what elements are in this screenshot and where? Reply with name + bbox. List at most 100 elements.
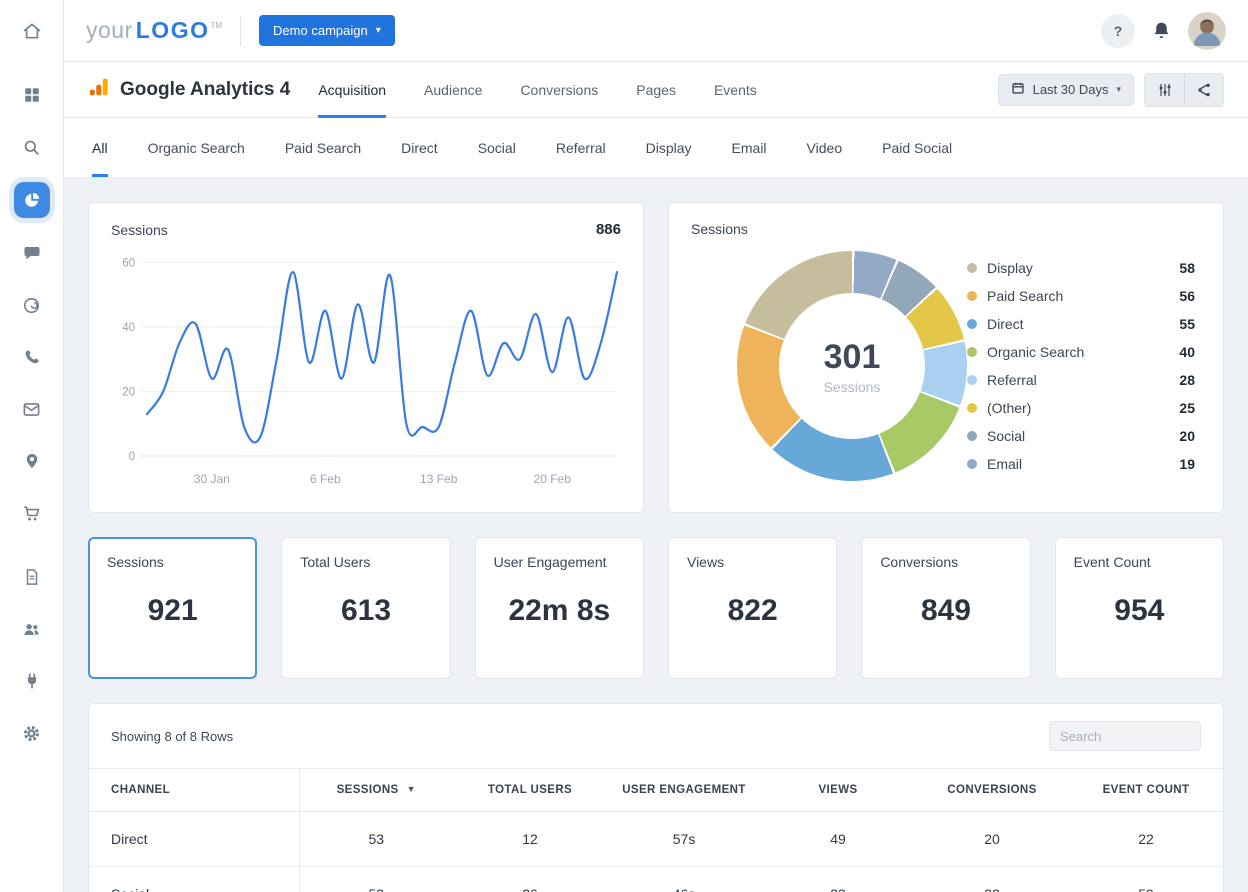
table-row-direct[interactable]: Direct 53 12 57s 49 20 22 — [89, 811, 1223, 867]
column-header-event-count[interactable]: EVENT COUNT — [1069, 768, 1223, 812]
legend-item-email[interactable]: Email 19 — [967, 454, 1195, 474]
report-tabs: Acquisition Audience Conversions Pages Event… — [318, 62, 757, 118]
channel-tab-email[interactable]: Email — [732, 118, 767, 177]
kpi-card-sessions[interactable]: Sessions 921 — [88, 537, 258, 679]
donut-legend: Display 58 Paid Search 56 Direct 55 Organic Se… — [967, 258, 1195, 474]
topbar-actions: ? — [1101, 11, 1226, 50]
pie-chart-icon[interactable] — [13, 182, 50, 218]
channel-tab-paid-social[interactable]: Paid Social — [882, 118, 952, 177]
svg-text:20 Feb: 20 Feb — [534, 472, 572, 486]
legend-value: 28 — [1179, 372, 1195, 388]
channel-tab-all[interactable]: All — [92, 118, 108, 177]
brand-logo: your LOGO TM — [86, 17, 222, 44]
column-header-conversions[interactable]: CONVERSIONS — [915, 768, 1069, 812]
cell-value: 12 — [453, 811, 607, 867]
tab-conversions[interactable]: Conversions — [520, 62, 598, 118]
legend-label: Organic Search — [987, 344, 1085, 360]
column-header-views[interactable]: VIEWS — [761, 768, 915, 812]
document-icon[interactable] — [14, 560, 50, 594]
donut-center-label: Sessions — [823, 378, 881, 395]
legend-item-paid-search[interactable]: Paid Search 56 — [967, 286, 1195, 306]
kpi-card-views[interactable]: Views 822 — [667, 537, 838, 679]
channels-table: CHANNEL SESSIONS ▼ TOTAL USERS USER ENGAGEME… — [89, 768, 1223, 892]
channel-tab-social[interactable]: Social — [478, 118, 516, 177]
channel-tab-display[interactable]: Display — [646, 118, 692, 177]
kpi-value: 954 — [1114, 594, 1165, 627]
phone-icon[interactable] — [14, 340, 50, 374]
sessions-donut-chart: 301 Sessions — [737, 251, 967, 481]
campaign-selector-button[interactable]: Demo campaign ▾ — [259, 15, 395, 46]
legend-item-organic-search[interactable]: Organic Search 40 — [967, 342, 1195, 362]
sidebar — [0, 0, 64, 892]
kpi-card-user-engagement[interactable]: User Engagement 22m 8s — [474, 537, 644, 679]
cell-value: 53 — [299, 866, 453, 892]
map-pin-icon[interactable] — [14, 444, 50, 478]
dashboard-grid-icon[interactable] — [14, 78, 50, 112]
tab-audience[interactable]: Audience — [424, 62, 482, 118]
tab-events[interactable]: Events — [714, 62, 757, 118]
kpi-label: Views — [686, 554, 725, 570]
kpi-row: Sessions 921 Total Users 613 User Engagement… — [88, 537, 1224, 679]
chat-bubble-icon[interactable] — [14, 236, 50, 270]
channel-tab-direct[interactable]: Direct — [401, 118, 438, 177]
topbar: your LOGO TM Demo campaign ▾ ? — [64, 0, 1248, 62]
cart-icon[interactable] — [14, 496, 50, 530]
gear-icon[interactable] — [14, 716, 50, 750]
channel-tab-paid-search[interactable]: Paid Search — [285, 118, 361, 177]
notifications-bell-icon[interactable] — [1151, 20, 1172, 41]
cell-value: 59 — [1069, 866, 1223, 892]
kpi-value: 822 — [727, 594, 778, 627]
column-header-sessions[interactable]: SESSIONS ▼ — [299, 768, 453, 812]
tab-pages[interactable]: Pages — [636, 62, 676, 118]
home-icon[interactable] — [14, 14, 50, 48]
table-row-count: Showing 8 of 8 Rows — [111, 728, 234, 744]
envelope-icon[interactable] — [14, 392, 50, 426]
legend-item-direct[interactable]: Direct 55 — [967, 314, 1195, 334]
legend-item-social[interactable]: Social 20 — [967, 426, 1195, 446]
filters-button[interactable] — [1145, 73, 1184, 106]
kpi-card-event-count[interactable]: Event Count 954 — [1054, 537, 1224, 679]
search-icon[interactable] — [14, 130, 50, 164]
column-header-total-users[interactable]: TOTAL USERS — [453, 768, 607, 812]
cell-value: 46s — [607, 866, 761, 892]
brand-word-your: your — [86, 17, 133, 43]
legend-dot — [967, 375, 977, 385]
share-button[interactable] — [1184, 73, 1223, 106]
report-actions: Last 30 Days ▾ — [997, 72, 1224, 107]
sessions-line-chart: 0 20 40 60 30 Jan 6 Feb 13 Feb 20 Feb — [122, 258, 619, 486]
help-button[interactable]: ? — [1101, 13, 1135, 48]
legend-label: Referral — [987, 372, 1037, 388]
kpi-card-total-users[interactable]: Total Users 613 — [281, 537, 451, 679]
channels-table-card: Showing 8 of 8 Rows CHANNELSESSIONS▼TOTA… — [88, 703, 1224, 892]
column-header-user-engagement[interactable]: USER ENGAGEMENT — [607, 768, 761, 812]
spiral-icon[interactable] — [14, 288, 50, 322]
date-range-button[interactable]: Last 30 Days ▾ — [997, 73, 1134, 106]
channel-tab-referral[interactable]: Referral — [556, 118, 606, 177]
legend-item-display[interactable]: Display 58 — [967, 258, 1195, 278]
tab-acquisition[interactable]: Acquisition — [318, 62, 387, 118]
calendar-icon — [1011, 81, 1025, 98]
line-chart-total: 886 — [595, 221, 621, 238]
channel-tab-video[interactable]: Video — [807, 118, 843, 177]
column-header-channel[interactable]: CHANNEL — [89, 768, 300, 812]
legend-label: Display — [987, 260, 1033, 276]
sidebar-home-section — [0, 0, 63, 62]
report-title-wrap: Google Analytics 4 — [88, 76, 290, 104]
table-row-social[interactable]: Social532646s232259 — [89, 866, 1223, 892]
user-avatar[interactable] — [1188, 11, 1226, 50]
legend-label: Social — [987, 428, 1026, 444]
donut-chart-title: Sessions — [691, 221, 748, 237]
cell-value: 57s — [607, 811, 761, 867]
legend-value: 19 — [1179, 456, 1195, 472]
plug-icon[interactable] — [14, 664, 50, 698]
legend-item-referral[interactable]: Referral 28 — [967, 370, 1195, 390]
legend-dot — [967, 291, 977, 301]
kpi-label: Sessions — [107, 554, 164, 570]
cell-value: 22 — [1069, 811, 1223, 867]
table-search-input[interactable] — [1049, 721, 1201, 751]
users-icon[interactable] — [14, 612, 50, 646]
kpi-card-conversions[interactable]: Conversions 849 — [861, 537, 1031, 679]
caret-down-icon: ▾ — [1116, 84, 1121, 94]
legend-item-other[interactable]: (Other) 25 — [967, 398, 1195, 418]
channel-tab-organic-search[interactable]: Organic Search — [148, 118, 245, 177]
